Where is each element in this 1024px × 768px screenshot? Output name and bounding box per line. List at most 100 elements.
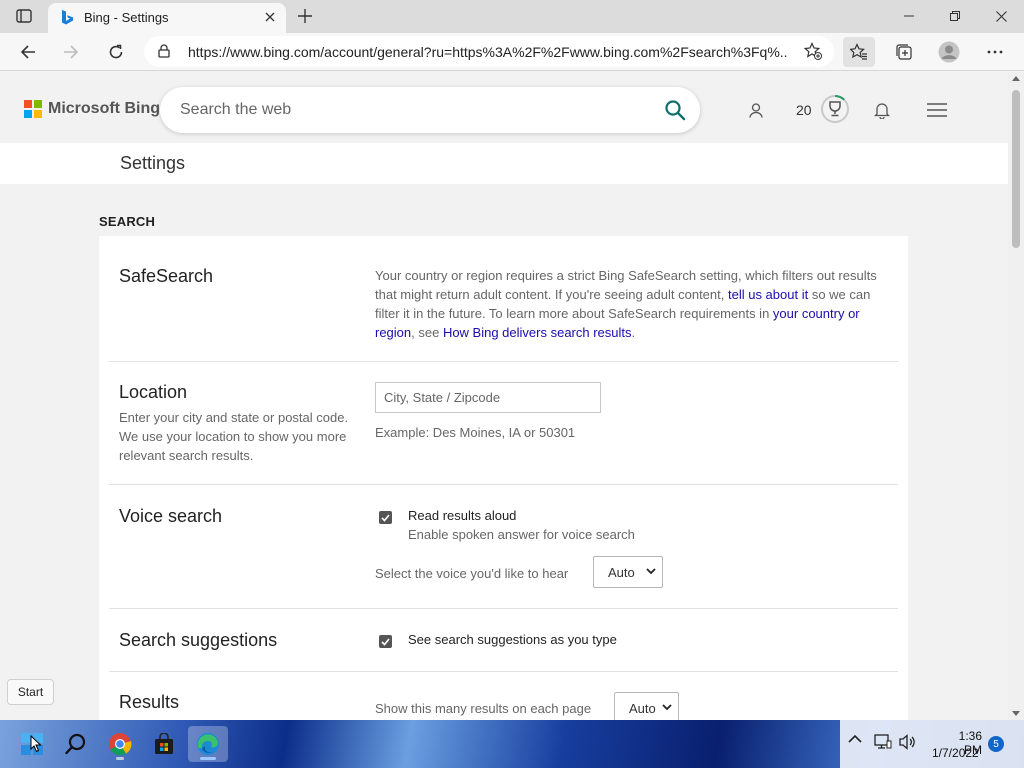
favorites-button[interactable] — [843, 37, 875, 67]
location-row: Location Enter your city and state or po… — [109, 362, 898, 485]
network-icon — [874, 734, 892, 749]
forward-button[interactable] — [56, 37, 86, 67]
close-icon — [265, 12, 275, 22]
location-example: Example: Des Moines, IA or 50301 — [375, 425, 576, 440]
minimize-icon — [904, 15, 914, 17]
location-title: Location — [119, 382, 188, 402]
volume-icon — [899, 734, 915, 750]
rewards-points[interactable]: 20 — [796, 102, 812, 118]
page-scrollbar[interactable] — [1008, 72, 1024, 720]
new-tab-button[interactable] — [292, 4, 318, 28]
tab-actions-icon — [16, 9, 32, 23]
tell-us-link[interactable]: tell us about it — [728, 287, 808, 302]
plus-icon — [298, 9, 312, 23]
menu-button[interactable] — [926, 101, 948, 119]
checkmark-icon — [381, 637, 390, 646]
address-bar-row: https://www.bing.com/account/general?ru=… — [0, 33, 1024, 71]
window-close-button[interactable] — [978, 0, 1024, 32]
scroll-thumb[interactable] — [1012, 90, 1020, 248]
notifications-button[interactable] — [873, 101, 891, 119]
tab-title: Bing - Settings — [84, 10, 169, 25]
taskbar: 1:36 PM 1/7/2022 5 — [0, 720, 1024, 768]
chrome-taskbar-button[interactable] — [100, 726, 140, 762]
search-suggestions-title: Search suggestions — [119, 630, 278, 650]
clock-date[interactable]: 1/7/2022 — [932, 746, 979, 760]
refresh-icon — [109, 44, 123, 59]
section-heading-search: SEARCH — [99, 214, 156, 229]
search-suggestions-label: See search suggestions as you type — [408, 632, 617, 647]
safesearch-description: Your country or region requires a strict… — [375, 266, 890, 342]
scroll-down-arrow-icon[interactable] — [1012, 711, 1020, 716]
how-bing-delivers-link[interactable]: How Bing delivers search results — [443, 325, 632, 340]
safesearch-text-3: , see — [411, 325, 443, 340]
add-favorite-icon[interactable] — [804, 42, 822, 60]
location-input[interactable] — [375, 382, 601, 413]
search-taskbar-button[interactable] — [56, 726, 96, 762]
mouse-cursor-icon — [30, 735, 42, 753]
results-row: Results Show this many results on each p… — [109, 672, 898, 720]
more-dots-icon — [987, 50, 1003, 54]
chevron-down-icon — [662, 704, 672, 711]
safesearch-text-4: . — [631, 325, 636, 340]
address-bar[interactable]: https://www.bing.com/account/general?ru=… — [144, 36, 834, 67]
settings-header-band: Settings — [0, 143, 1008, 184]
chevron-up-icon — [848, 734, 862, 743]
volume-button[interactable] — [898, 734, 916, 750]
start-button[interactable] — [12, 726, 52, 762]
tab-close-button[interactable] — [262, 9, 278, 25]
edge-taskbar-button[interactable] — [188, 726, 228, 762]
voice-select-value: Auto — [608, 564, 635, 580]
page-title: Settings — [120, 153, 186, 173]
page-viewport: Microsoft Bing 20 Settings SEARCH SafeSe… — [0, 72, 1008, 720]
network-button[interactable] — [874, 734, 892, 750]
search-icon — [65, 733, 86, 755]
read-results-aloud-subtext: Enable spoken answer for voice search — [408, 527, 635, 542]
checkmark-icon — [381, 513, 390, 522]
profile-avatar-icon — [938, 41, 960, 63]
search-icon[interactable] — [664, 99, 686, 121]
store-taskbar-button[interactable] — [144, 726, 184, 762]
rewards-button[interactable] — [820, 94, 850, 124]
refresh-button[interactable] — [101, 37, 131, 67]
results-count-label: Show this many results on each page — [375, 701, 592, 716]
show-hidden-icons-button[interactable] — [848, 734, 862, 744]
search-suggestions-checkbox[interactable] — [379, 635, 392, 648]
voice-search-title: Voice search — [119, 506, 223, 526]
scroll-up-arrow-icon[interactable] — [1012, 76, 1020, 81]
profile-button[interactable] — [933, 37, 965, 67]
bell-icon — [874, 102, 890, 119]
location-description: Enter your city and state or postal code… — [119, 410, 349, 463]
results-select-value: Auto — [629, 700, 656, 716]
search-input[interactable] — [180, 99, 650, 121]
read-results-aloud-checkbox[interactable] — [379, 511, 392, 524]
bing-favicon-icon — [62, 10, 73, 25]
lock-icon — [158, 44, 170, 58]
sign-in-button[interactable] — [748, 102, 764, 118]
safesearch-title: SafeSearch — [119, 266, 214, 286]
results-title: Results — [119, 692, 180, 712]
microsoft-logo-icon — [24, 100, 42, 118]
browser-tab-bing-settings[interactable]: Bing - Settings — [48, 3, 286, 33]
restore-icon — [950, 11, 960, 21]
search-suggestions-row: Search suggestions See search suggestion… — [109, 609, 898, 672]
back-button[interactable] — [13, 37, 43, 67]
results-count-select[interactable]: Auto — [614, 692, 679, 720]
edge-icon — [197, 733, 219, 755]
active-indicator — [200, 757, 216, 760]
voice-select[interactable]: Auto — [593, 556, 663, 588]
running-indicator — [116, 757, 124, 760]
notification-count-badge[interactable]: 5 — [988, 736, 1004, 752]
settings-more-button[interactable] — [979, 37, 1011, 67]
microsoft-bing-logo[interactable]: Microsoft Bing — [24, 100, 160, 118]
tab-actions-button[interactable] — [8, 4, 40, 28]
chevron-down-icon — [646, 568, 656, 575]
hamburger-menu-icon — [927, 103, 947, 117]
voice-select-label: Select the voice you'd like to hear — [375, 566, 569, 581]
collections-button[interactable] — [888, 37, 920, 67]
restore-button[interactable] — [932, 0, 978, 32]
collections-icon — [896, 44, 912, 60]
logo-text: Microsoft Bing — [48, 100, 160, 117]
minimize-button[interactable] — [886, 0, 932, 32]
bing-search-box — [160, 87, 700, 133]
read-results-aloud-label: Read results aloud — [408, 508, 517, 523]
